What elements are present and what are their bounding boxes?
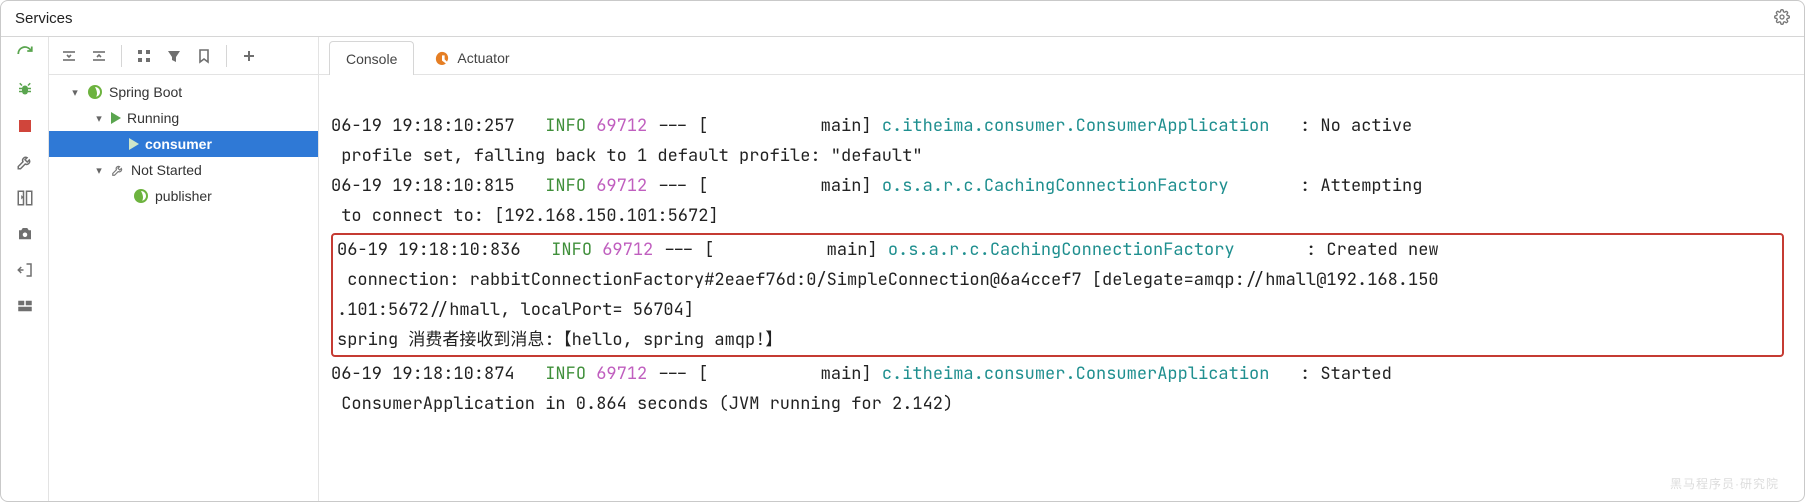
log-level: INFO — [541, 239, 592, 261]
log-class: o.s.a.r.c.CachingConnectionFactory — [882, 175, 1300, 197]
collapse-all-icon[interactable] — [87, 44, 111, 68]
log-pid: 69712 — [596, 115, 647, 137]
log-text: connection: rabbitConnectionFactory#2eae… — [337, 269, 1439, 291]
log-class: o.s.a.r.c.CachingConnectionFactory — [888, 239, 1306, 261]
tree-label: Spring Boot — [109, 84, 182, 100]
log-message-received: spring 消费者接收到消息:【hello, spring amqp!】 — [337, 329, 782, 351]
log-level: INFO — [535, 363, 586, 385]
camera-icon[interactable] — [14, 223, 36, 245]
chevron-down-icon: ▾ — [93, 164, 105, 177]
bug-run-icon[interactable] — [14, 79, 36, 101]
tree-column: ▾ Spring Boot ▾ Running consumer — [49, 37, 319, 501]
tab-label: Console — [346, 51, 397, 67]
add-icon[interactable] — [237, 44, 261, 68]
bookmark-icon[interactable] — [192, 44, 216, 68]
expand-all-icon[interactable] — [57, 44, 81, 68]
tabbar: Console Actuator — [319, 37, 1804, 75]
log-text: to connect to: [192.168.150.101:5672] — [331, 205, 719, 227]
log-class: c.itheima.consumer.ConsumerApplication — [882, 363, 1300, 385]
log-timestamp: 06-19 19:18:10:815 — [331, 175, 515, 197]
tree-node-springboot[interactable]: ▾ Spring Boot — [49, 79, 318, 105]
play-icon — [129, 138, 139, 150]
main-area: Console Actuator 06-19 19:18:10:257 INFO… — [319, 37, 1804, 501]
chevron-down-icon: ▾ — [93, 112, 105, 125]
tree-node-notstarted[interactable]: ▾ Not Started — [49, 157, 318, 183]
tab-actuator[interactable]: Actuator — [418, 40, 526, 74]
log-text: ConsumerApplication in 0.864 seconds (JV… — [331, 393, 953, 415]
wrench-icon — [111, 163, 125, 177]
tree-node-publisher[interactable]: publisher — [49, 183, 318, 209]
console-output[interactable]: 06-19 19:18:10:257 INFO 69712 --- [ main… — [319, 75, 1804, 501]
log-pid: 69712 — [602, 239, 653, 261]
tab-label: Actuator — [457, 50, 509, 66]
log-text: profile set, falling back to 1 default p… — [331, 145, 923, 167]
tree-node-running[interactable]: ▾ Running — [49, 105, 318, 131]
spring-boot-icon — [87, 84, 103, 100]
diff-icon[interactable] — [14, 187, 36, 209]
titlebar: Services — [1, 1, 1804, 37]
stop-icon[interactable] — [14, 115, 36, 137]
log-class: c.itheima.consumer.ConsumerApplication — [882, 115, 1300, 137]
log-level: INFO — [535, 175, 586, 197]
tree-label: publisher — [155, 188, 212, 204]
gear-icon[interactable] — [1774, 9, 1790, 28]
log-pid: 69712 — [596, 175, 647, 197]
run-config-tree: ▾ Spring Boot ▾ Running consumer — [49, 75, 318, 501]
tree-label: Not Started — [131, 162, 202, 178]
log-text: .101:5672//hmall, localPort= 56704] — [337, 299, 694, 321]
tree-toolbar — [49, 37, 318, 75]
filter-icon[interactable] — [162, 44, 186, 68]
panel-title: Services — [15, 10, 73, 27]
tree-label: consumer — [145, 136, 212, 152]
highlighted-log-block: 06-19 19:18:10:836 INFO 69712 --- [ main… — [331, 233, 1784, 357]
exit-icon[interactable] — [14, 259, 36, 281]
tree-label: Running — [127, 110, 179, 126]
wrench-icon[interactable] — [14, 151, 36, 173]
layout-icon[interactable] — [14, 295, 36, 317]
play-icon — [111, 112, 121, 124]
log-level: INFO — [535, 115, 586, 137]
tree-node-consumer[interactable]: consumer — [49, 131, 318, 157]
tab-console[interactable]: Console — [329, 41, 414, 75]
log-timestamp: 06-19 19:18:10:257 — [331, 115, 515, 137]
log-timestamp: 06-19 19:18:10:836 — [337, 239, 521, 261]
rerun-icon[interactable] — [14, 43, 36, 65]
services-panel: Services — [0, 0, 1805, 502]
log-pid: 69712 — [596, 363, 647, 385]
actuator-icon — [435, 51, 449, 65]
action-gutter — [1, 37, 49, 501]
log-timestamp: 06-19 19:18:10:874 — [331, 363, 515, 385]
chevron-down-icon: ▾ — [69, 86, 81, 99]
spring-boot-icon — [133, 188, 149, 204]
group-icon[interactable] — [132, 44, 156, 68]
